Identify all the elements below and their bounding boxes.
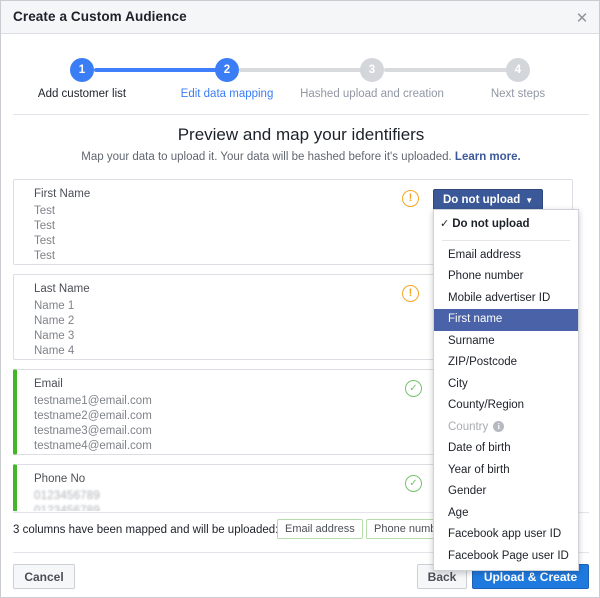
dropdown-item-label: County/Region [448, 399, 525, 411]
dropdown-item-gender[interactable]: Gender [434, 481, 578, 503]
page-subtitle: Map your data to upload it. Your data wi… [1, 151, 599, 163]
column-header-name: Phone No [34, 473, 86, 485]
status-badge: Email address [277, 519, 363, 539]
preview-value: testname2@email.com [34, 410, 152, 422]
stepper-step-1[interactable]: 1 [70, 58, 94, 82]
dropdown-item-label: Email address [448, 248, 521, 261]
dropdown-item-label: Do not upload [452, 218, 530, 230]
dropdown-item-facebook-page-user-id[interactable]: Facebook Page user ID [434, 546, 578, 568]
chevron-down-icon: ▼ [525, 196, 534, 205]
preview-value: testname3@email.com [34, 425, 152, 437]
dialog-title: Create a Custom Audience [13, 9, 187, 24]
preview-value: Name 3 [34, 330, 75, 342]
column-preview-values: testname1@email.com testname2@email.com … [34, 394, 152, 454]
dropdown-separator [442, 239, 570, 241]
column-header-name: Last Name [34, 283, 90, 295]
dropdown-item-label: Facebook app user ID [448, 528, 562, 540]
dropdown-item-label: Mobile advertiser ID [448, 291, 551, 304]
column-preview-values: 0123456789 0123456789 [34, 489, 100, 511]
dropdown-item-do-not-upload[interactable]: ✓ Do not upload [434, 214, 578, 236]
preview-value: testname4@email.com [34, 440, 152, 452]
stepper-step-3[interactable]: 3 [360, 58, 384, 82]
warning-circle-icon: ! [402, 190, 419, 207]
stepper-track-2-3 [239, 68, 374, 72]
divider-top [13, 114, 589, 115]
dropdown-item-date-of-birth[interactable]: Date of birth [434, 438, 578, 460]
dropdown-item-county-region[interactable]: County/Region [434, 395, 578, 417]
preview-value: Test [34, 205, 56, 217]
page-title: Preview and map your identifiers [177, 125, 425, 144]
dropdown-item-email-address[interactable]: Email address [434, 245, 578, 267]
stepper-step-2[interactable]: 2 [215, 58, 239, 82]
warning-circle-icon: ! [402, 285, 419, 302]
dialog-titlebar: Create a Custom Audience ✕ [1, 1, 599, 34]
dropdown-item-label: Country [448, 420, 489, 433]
stepper-track-3-4 [384, 68, 519, 72]
dropdown-item-label: Facebook Page user ID [448, 549, 569, 562]
dropdown-item-city[interactable]: City [434, 374, 578, 396]
mapping-summary-text: 3 columns have been mapped and will be u… [13, 524, 279, 536]
cancel-button[interactable]: Cancel [13, 564, 75, 589]
preview-value: Test [34, 235, 56, 247]
dropdown-item-label: Date of birth [448, 442, 511, 454]
dropdown-item-label: Phone number [448, 270, 524, 282]
preview-value: 0123456789 [34, 490, 100, 502]
column-preview-values: Name 1 Name 2 Name 3 Name 4 [34, 299, 74, 359]
dropdown-item-zip-postcode[interactable]: ZIP/Postcode [434, 352, 578, 374]
stepper-step-4[interactable]: 4 [506, 58, 530, 82]
dropdown-item-surname[interactable]: Surname [434, 331, 578, 353]
preview-value: testname1@email.com [34, 395, 152, 407]
preview-value: Test [34, 220, 56, 232]
stepper-label-4[interactable]: Next steps [491, 88, 545, 100]
dropdown-item-label: Age [448, 506, 469, 519]
dropdown-item-mobile-advertiser-id[interactable]: Mobile advertiser ID [434, 288, 578, 310]
mapping-dropdown-button-label: Do not upload [443, 194, 521, 206]
mapping-dropdown-menu: ✓ Do not upload Email address Phone numbe… [433, 209, 579, 571]
preview-value: Test [34, 250, 56, 262]
preview-value: 0123456789 [34, 505, 100, 511]
dropdown-item-facebook-app-user-id[interactable]: Facebook app user ID [434, 524, 578, 546]
learn-more-link[interactable]: Learn more. [455, 151, 521, 163]
preview-value: Name 4 [34, 345, 75, 357]
check-icon: ✓ [440, 218, 450, 230]
info-icon[interactable]: i [493, 420, 505, 432]
dropdown-item-label: Gender [448, 485, 487, 497]
dropdown-item-label: Year of birth [448, 463, 510, 476]
dropdown-item-label: Surname [448, 334, 495, 347]
preview-value: Name 2 [34, 315, 75, 327]
check-circle-icon: ✓ [405, 475, 422, 492]
dropdown-item-year-of-birth[interactable]: Year of birth [434, 460, 578, 482]
dropdown-item-country: Country i [434, 417, 578, 439]
dropdown-item-label: City [448, 377, 468, 390]
stepper-label-2[interactable]: Edit data mapping [181, 88, 274, 100]
stepper-label-3[interactable]: Hashed upload and creation [300, 88, 444, 100]
column-header-name: First Name [34, 188, 91, 200]
progress-stepper: 1 2 3 4 Add customer list Edit data mapp… [1, 34, 599, 114]
dropdown-item-first-name[interactable]: First name [434, 309, 578, 331]
preview-value: Name 1 [34, 300, 75, 312]
dropdown-item-label: ZIP/Postcode [448, 356, 518, 368]
close-icon[interactable]: ✕ [571, 7, 593, 29]
stepper-track-1-2 [94, 68, 229, 72]
subtitle-text: Map your data to upload it. Your data wi… [81, 151, 452, 163]
column-preview-values: Test Test Test Test [34, 204, 55, 264]
dropdown-item-phone-number[interactable]: Phone number [434, 266, 578, 288]
check-circle-icon: ✓ [405, 380, 422, 397]
dropdown-item-age[interactable]: Age [434, 503, 578, 525]
create-custom-audience-dialog: Create a Custom Audience ✕ 1 2 3 4 Add c… [0, 0, 600, 598]
dropdown-item-label: First name [448, 313, 503, 325]
stepper-label-1[interactable]: Add customer list [38, 88, 126, 100]
column-header-name: Email [34, 378, 63, 390]
